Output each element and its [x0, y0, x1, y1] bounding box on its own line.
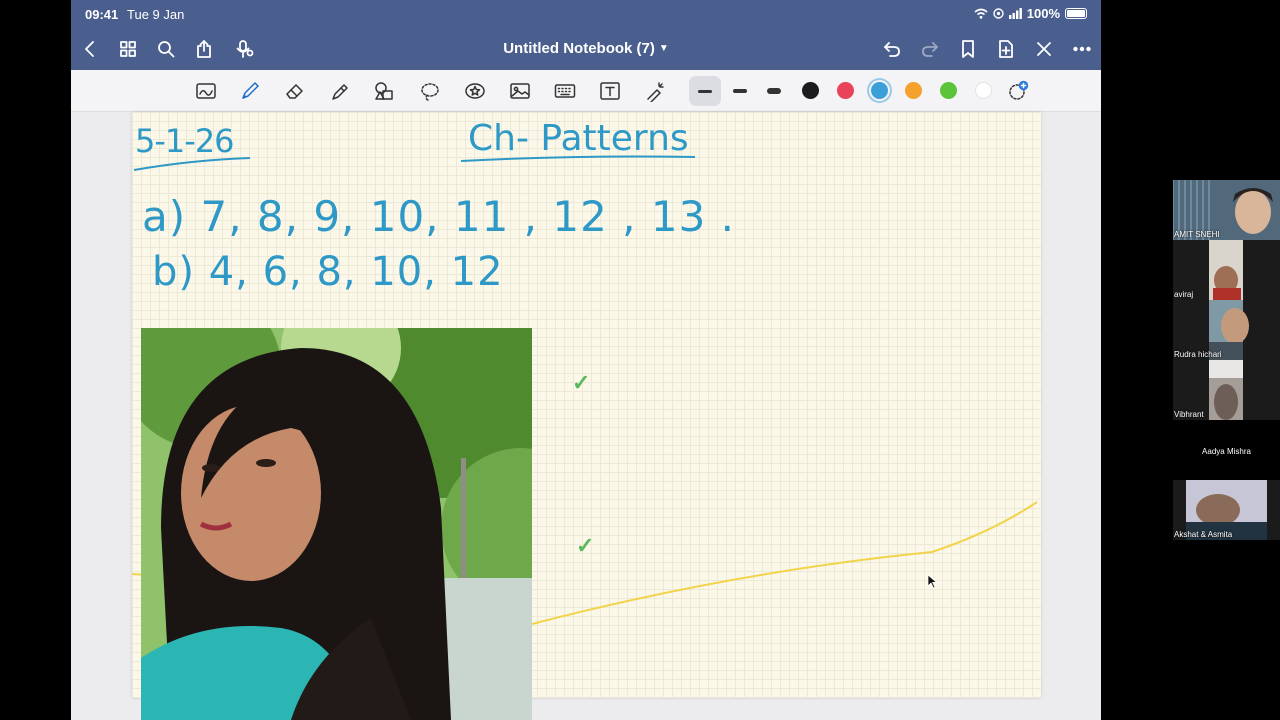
image-icon[interactable] [507, 78, 533, 104]
participant-name: aviraj [1174, 290, 1194, 299]
bookmark-icon[interactable] [955, 36, 981, 62]
participant-tile-5[interactable]: Aadya Mishra [1173, 420, 1280, 480]
participant-tile-3[interactable]: Rudra hichari [1173, 300, 1280, 360]
battery-percent: 100% [1026, 6, 1060, 21]
chevron-down-icon: ▼ [658, 43, 669, 54]
status-bar: 09:41 Tue 9 Jan 100% [71, 0, 1101, 28]
participant-tile-2[interactable]: aviraj [1173, 240, 1280, 300]
teacher-photo [141, 328, 532, 720]
participant-tile-1[interactable]: AMIT SNEHI [1173, 180, 1280, 240]
redo-icon[interactable] [917, 36, 943, 62]
teacher-video-overlay [141, 328, 532, 720]
color-swatch-orange[interactable] [905, 82, 922, 99]
participant-tile-6[interactable]: Akshat & Asmita [1173, 480, 1280, 540]
status-time: 09:41 [85, 7, 119, 22]
pattern-line-a: a) 7, 8, 9, 10, 11 , 12 , 13 . [142, 192, 736, 241]
participant-name: Vibhrant [1174, 410, 1204, 419]
cursor-pointer-icon [927, 574, 938, 589]
participant-name: Rudra hichari [1174, 350, 1222, 359]
laser-pointer-icon[interactable] [642, 78, 668, 104]
highlighter-icon[interactable] [327, 78, 353, 104]
stroke-width-selector [689, 76, 795, 106]
color-swatch-white[interactable] [975, 82, 992, 99]
stroke-width-thin[interactable] [698, 90, 712, 93]
location-icon [993, 8, 1004, 19]
add-color-icon[interactable] [1005, 78, 1031, 104]
keyboard-icon[interactable] [552, 78, 578, 104]
participant-name: Akshat & Asmita [1174, 530, 1233, 539]
shapes-icon[interactable] [371, 78, 397, 104]
eraser-icon[interactable] [282, 78, 308, 104]
date-underline [133, 157, 251, 171]
status-date: Tue 9 Jan [127, 7, 185, 22]
battery-icon [1065, 8, 1087, 19]
notebook-nav-bar: Untitled Notebook (7) ▼ [71, 28, 1101, 70]
stroke-width-medium[interactable] [733, 89, 747, 93]
participant-name: Aadya Mishra [1202, 447, 1251, 456]
meeting-participants-strip: AMIT SNEHI aviraj Rudra hichari Vibhrant… [1173, 180, 1280, 540]
status-right: 100% [974, 6, 1087, 21]
ipad-screen: 09:41 Tue 9 Jan 100% Untitled Notebook (… [71, 0, 1101, 720]
drawing-toolbar [71, 70, 1101, 112]
checkmark-1: ✓ [572, 370, 591, 395]
signal-icon [1008, 8, 1022, 19]
participant-name: AMIT SNEHI [1174, 230, 1220, 239]
title-underline [460, 155, 696, 162]
add-page-icon[interactable] [993, 36, 1019, 62]
text-icon[interactable] [597, 78, 623, 104]
color-swatch-green[interactable] [940, 82, 957, 99]
stroke-width-thick[interactable] [767, 88, 781, 94]
color-swatch-red[interactable] [837, 82, 854, 99]
more-icon[interactable] [1069, 36, 1095, 62]
wifi-icon [974, 8, 988, 19]
color-swatch-blue[interactable] [871, 82, 888, 99]
participant-tile-4[interactable]: Vibhrant [1173, 360, 1280, 420]
screen: 09:41 Tue 9 Jan 100% Untitled Notebook (… [0, 0, 1280, 720]
close-icon[interactable] [1031, 36, 1057, 62]
undo-icon[interactable] [879, 36, 905, 62]
pattern-line-b: b) 4, 6, 8, 10, 12 [152, 249, 504, 295]
zoom-window-icon[interactable] [193, 78, 219, 104]
notebook-title[interactable]: Untitled Notebook (7) ▼ [71, 40, 1101, 57]
sticker-icon[interactable] [462, 78, 488, 104]
handwritten-date: 5-1-26 [135, 122, 235, 160]
lasso-icon[interactable] [417, 78, 443, 104]
color-swatch-black[interactable] [802, 82, 819, 99]
notebook-title-text: Untitled Notebook (7) [503, 40, 655, 57]
pen-icon[interactable] [237, 78, 263, 104]
